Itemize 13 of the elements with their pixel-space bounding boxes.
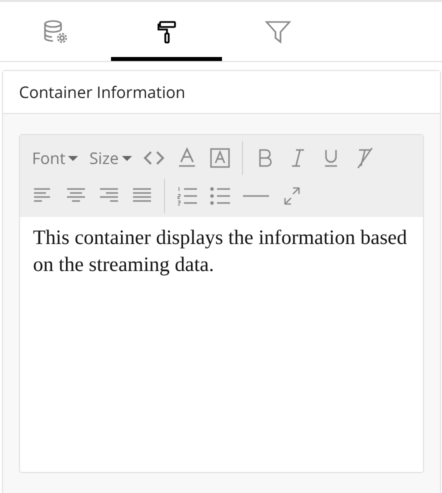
rich-text-editor[interactable]: Font Size This container displays the information based on the streaming data. — [19, 134, 424, 473]
caret-icon — [122, 156, 132, 160]
caret-icon — [68, 156, 78, 160]
editor-text: This container displays the information based on the streaming data. — [32, 226, 408, 278]
panel-title: Container Information — [3, 71, 440, 114]
paint-roller-icon — [156, 20, 176, 44]
bullet-list-icon[interactable] — [209, 185, 231, 207]
background-color-icon[interactable] — [208, 147, 231, 169]
dropdown[interactable]: Size — [89, 147, 132, 169]
database-gear-icon — [42, 20, 68, 44]
filter-icon — [264, 20, 290, 44]
numbered-list-icon[interactable] — [176, 185, 198, 207]
dropdown[interactable]: Font — [32, 147, 78, 169]
